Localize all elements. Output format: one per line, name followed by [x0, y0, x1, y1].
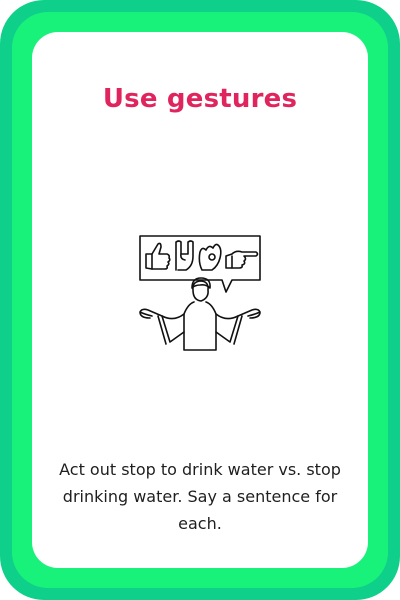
person-gesturing-with-hand-signs-icon	[139, 235, 261, 351]
card-title: Use gestures	[102, 84, 298, 114]
card-instruction-text: Act out stop to drink water vs. stop dri…	[59, 460, 341, 533]
